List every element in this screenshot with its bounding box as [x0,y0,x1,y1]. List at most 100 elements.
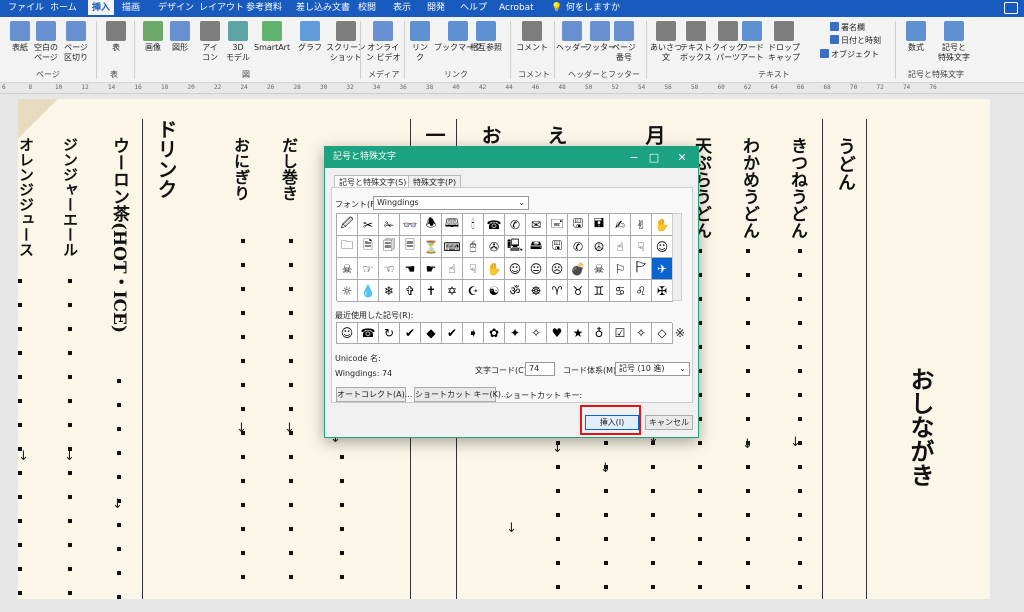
minimize-icon[interactable]: − [625,147,643,168]
symbol-cell[interactable]: ♊ [589,280,610,302]
symbol-cell[interactable]: ♌ [631,280,652,302]
ribbon-small-2[interactable]: オブジェクト [820,49,879,60]
tab-7[interactable]: 差し込み文書 [296,0,350,17]
symbol-cell[interactable]: 🕮 [442,214,463,236]
symbol-cell[interactable]: ☟ [631,236,652,258]
tab-5[interactable]: レイアウト [199,0,244,17]
symbol-cell[interactable]: ❄ [379,280,400,302]
tab-11[interactable]: ヘルプ [460,0,487,17]
symbol-cell[interactable]: 🖉 [337,214,358,236]
symbol-cell[interactable]: ✞ [400,280,421,302]
symbol-cell[interactable]: ☜ [379,258,400,280]
tab-9[interactable]: 表示 [393,0,411,17]
font-select[interactable]: Wingdings ⌄ [373,196,529,210]
symbol-cell[interactable]: 👓 [400,214,421,236]
symbol-cell[interactable]: ✋ [484,258,505,280]
ribbon-btn-4[interactable]: 画像 [143,21,163,53]
symbol-cell[interactable]: 🗀 [337,236,358,258]
symbol-grid[interactable]: 🖉 ✂ ✁ 👓 🕭 🕮 🕯 ☎ ✆ ✉ 🖃 🖫 🖬 ✍ ✌ ✋ 🗀 🗎 🗐 🗏 ⏳ ⌨ 🖰 ✇ 🖳 🖴 🖫 ✆ ☮ ☝ ☟ ☺ ☠ ☞ ☜ ☚ ☛ ☝ ☟ ✋… [336,213,673,302]
recent-symbol-cell[interactable]: ◆ [421,323,442,344]
comment-icon[interactable] [1004,2,1018,14]
symbol-cell[interactable]: ☠ [337,258,358,280]
symbol-cell[interactable]: ☮ [589,236,610,258]
recent-symbol-cell[interactable]: ★ [568,323,589,344]
recent-symbol-cell[interactable]: ☑ [610,323,631,344]
ribbon-btn-9[interactable]: グラフ [298,21,322,53]
symbol-cell[interactable]: ☟ [463,258,484,280]
symbol-cell[interactable]: ✁ [379,214,400,236]
ribbon-btn-2[interactable]: ページ 区切り [64,21,88,63]
symbol-cell[interactable]: ☼ [337,280,358,302]
symbol-cell[interactable]: ☺ [652,236,673,258]
symbol-cell[interactable]: 🖴 [526,236,547,258]
symbol-cell[interactable]: 💣 [568,258,589,280]
ribbon-btn-11[interactable]: オンライ ン ビデオ [366,21,401,63]
ribbon-btn-24[interactable]: 数式 [906,21,926,53]
ribbon-btn-25[interactable]: 記号と 特殊文字 [938,21,970,63]
symbol-cell[interactable]: ☺ [505,258,526,280]
recent-symbol-cell[interactable]: ✦ [505,323,526,344]
maximize-icon[interactable]: □ [645,147,663,168]
ribbon-btn-1[interactable]: 空白の ページ [34,21,58,63]
recent-symbol-cell[interactable]: ♥ [547,323,568,344]
symbol-cell[interactable]: ॐ [505,280,526,302]
ribbon-btn-22[interactable]: ワード アート [740,21,764,63]
ribbon-btn-5[interactable]: 図形 [170,21,190,53]
tab-13[interactable]: 何をしますか [566,0,620,17]
symbol-cell[interactable]: ✋ [652,214,673,236]
recent-symbol-cell[interactable]: ☺ [337,323,358,344]
symbol-cell[interactable]: 🖳 [505,236,526,258]
symbol-cell[interactable]: ♈ [547,280,568,302]
symbol-cell[interactable]: 🖃 [547,214,568,236]
symbol-cell[interactable]: ✉ [526,214,547,236]
symbol-cell[interactable]: 🖫 [547,236,568,258]
ribbon-btn-6[interactable]: アイ コン [200,21,220,63]
symbol-cell[interactable]: ☞ [358,258,379,280]
recent-symbol-cell[interactable]: ♁ [589,323,610,344]
tab-10[interactable]: 開発 [427,0,445,17]
symbol-cell[interactable]: 🕭 [421,214,442,236]
symbol-cell[interactable]: ♉ [568,280,589,302]
shortcut-key-button[interactable]: ショートカット キー(K)... [414,387,509,402]
close-icon[interactable]: ✕ [673,147,691,168]
symbol-cell[interactable]: ✌ [631,214,652,236]
symbol-cell[interactable]: ✆ [505,214,526,236]
tab-3[interactable]: 描画 [122,0,140,17]
recent-symbol-cell[interactable]: ↻ [379,323,400,344]
recent-symbols[interactable]: ☺ ☎ ↻ ✔ ◆ ✔ ➧ ✿ ✦ ✧ ♥ ★ ♁ ☑ ✧ ◇ [336,322,673,344]
code-input[interactable]: 74 [525,362,555,376]
tab-1[interactable]: ホーム [50,0,77,17]
ribbon-btn-0[interactable]: 表紙 [10,21,30,53]
ribbon-btn-7[interactable]: 3D モデル [226,21,250,63]
ribbon-small-1[interactable]: 日付と時刻 [830,35,881,46]
symbol-cell[interactable]: ✇ [484,236,505,258]
tab-6[interactable]: 参考資料 [246,0,282,17]
symbol-cell[interactable]: ⚐ [610,258,631,280]
ribbon-btn-19[interactable]: あいさつ 文 [650,21,682,63]
ribbon-btn-3[interactable]: 表 [106,21,126,53]
recent-symbol-cell[interactable]: ✔ [442,323,463,344]
ribbon-btn-20[interactable]: テキスト ボックス [680,21,712,63]
ribbon-btn-18[interactable]: ページ 番号 [612,21,636,63]
symbol-cell[interactable]: ✡ [442,280,463,302]
symbol-cell[interactable]: ☹ [547,258,568,280]
tab-8[interactable]: 校閲 [358,0,376,17]
system-select[interactable]: 記号 (10 進) ⌄ [615,362,690,376]
symbol-cell[interactable]: 🖫 [568,214,589,236]
ribbon-btn-15[interactable]: コメント [516,21,548,53]
symbol-cell[interactable]: 🕯 [463,214,484,236]
recent-symbol-cell[interactable]: ◇ [652,323,673,344]
symbol-cell[interactable]: ☝ [442,258,463,280]
recent-symbol-cell[interactable]: ✔ [400,323,421,344]
recent-symbol-cell[interactable]: ✧ [526,323,547,344]
recent-symbol-cell[interactable]: ✿ [484,323,505,344]
symbol-cell[interactable]: ⌨ [442,236,463,258]
ribbon-btn-12[interactable]: リン ク [410,21,430,63]
symbol-cell[interactable]: 🗏 [400,236,421,258]
ribbon-btn-14[interactable]: 相互参照 [470,21,502,53]
symbol-cell[interactable]: ✈ [652,258,673,280]
recent-symbol-cell[interactable]: ➧ [463,323,484,344]
symbol-cell[interactable]: 🖬 [589,214,610,236]
ribbon-btn-23[interactable]: ドロップ キャップ [768,21,800,63]
symbol-cell[interactable]: 🗐 [379,236,400,258]
